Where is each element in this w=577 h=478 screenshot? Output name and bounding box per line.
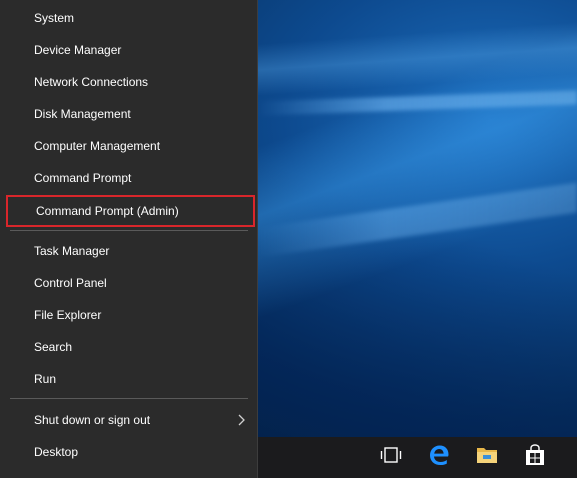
menu-item-label: System [34,11,75,25]
menu-item-label: Disk Management [34,107,131,121]
menu-item-command-prompt-admin[interactable]: Command Prompt (Admin) [6,195,255,227]
menu-item-label: Control Panel [34,276,107,290]
chevron-right-icon [238,404,246,436]
menu-item-run[interactable]: Run [0,363,258,395]
task-view-button[interactable] [368,437,414,478]
menu-item-network-connections[interactable]: Network Connections [0,66,258,98]
menu-item-desktop[interactable]: Desktop [0,436,258,468]
menu-item-label: Shut down or sign out [34,413,151,427]
winx-menu: System Device Manager Network Connection… [0,0,258,478]
task-view-icon [380,447,402,468]
menu-item-control-panel[interactable]: Control Panel [0,267,258,299]
menu-item-disk-management[interactable]: Disk Management [0,98,258,130]
menu-item-label: Computer Management [34,139,161,153]
menu-item-label: Search [34,340,73,354]
menu-item-command-prompt[interactable]: Command Prompt [0,162,258,194]
menu-item-label: File Explorer [34,308,102,322]
file-explorer-icon [476,446,498,469]
menu-item-label: Run [34,372,57,386]
menu-item-computer-management[interactable]: Computer Management [0,130,258,162]
menu-item-system[interactable]: System [0,2,258,34]
menu-item-label: Command Prompt [34,171,132,185]
store-icon [525,444,545,471]
menu-item-shut-down-or-sign-out[interactable]: Shut down or sign out [0,404,258,436]
file-explorer-button[interactable] [464,437,510,478]
edge-icon [428,444,450,471]
menu-item-label: Task Manager [34,244,110,258]
menu-item-label: Desktop [34,445,79,459]
menu-item-label: Device Manager [34,43,122,57]
menu-item-label: Network Connections [34,75,149,89]
menu-item-task-manager[interactable]: Task Manager [0,235,258,267]
menu-item-label: Command Prompt (Admin) [36,204,179,218]
menu-item-device-manager[interactable]: Device Manager [0,34,258,66]
taskbar [258,437,577,478]
menu-item-search[interactable]: Search [0,331,258,363]
menu-item-file-explorer[interactable]: File Explorer [0,299,258,331]
menu-separator [10,230,248,231]
light-beam [258,90,577,116]
light-beam [258,182,577,258]
menu-separator [10,398,248,399]
store-button[interactable] [512,437,558,478]
edge-button[interactable] [416,437,462,478]
